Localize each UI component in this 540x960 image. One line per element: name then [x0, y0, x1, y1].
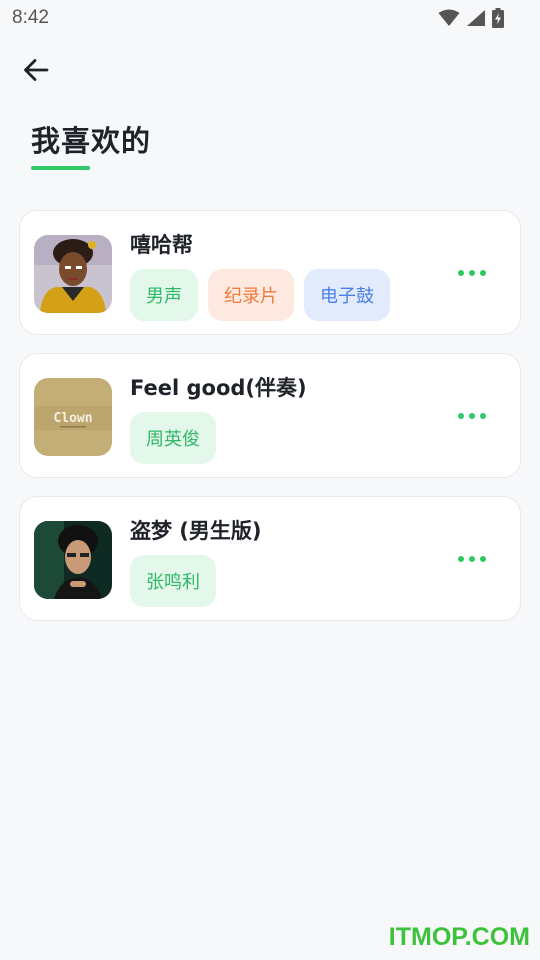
tag-list: 男声 纪录片 电子鼓 — [130, 269, 390, 321]
tag-list: 周英俊 — [130, 412, 216, 464]
title-underline — [31, 166, 90, 170]
cellular-icon — [466, 9, 486, 27]
more-dots-icon[interactable] — [458, 549, 486, 569]
favorites-page: 8:42 我喜欢的 嘻哈帮 男声 纪录片 电子鼓 Clown Feel good… — [0, 0, 540, 960]
arrow-left-icon — [22, 56, 50, 88]
song-title: 嘻哈帮 — [130, 233, 193, 257]
album-cover — [34, 235, 112, 313]
tag[interactable]: 周英俊 — [130, 412, 216, 464]
song-title: 盗梦 (男生版) — [130, 519, 262, 543]
more-dots-icon[interactable] — [458, 406, 486, 426]
song-title: Feel good(伴奏) — [130, 376, 307, 400]
watermark: ITMOP.COM — [388, 923, 530, 951]
song-card[interactable]: 盗梦 (男生版) 张鸣利 — [19, 496, 521, 621]
status-time: 8:42 — [12, 7, 49, 28]
tag[interactable]: 男声 — [130, 269, 198, 321]
tag[interactable]: 电子鼓 — [304, 269, 390, 321]
back-button[interactable] — [18, 54, 54, 90]
tag[interactable]: 纪录片 — [208, 269, 294, 321]
more-dots-icon[interactable] — [458, 263, 486, 283]
song-list: 嘻哈帮 男声 纪录片 电子鼓 Clown Feel good(伴奏) 周英俊 盗… — [19, 210, 521, 639]
status-icons — [438, 8, 504, 28]
battery-charging-icon — [492, 8, 504, 28]
tag-list: 张鸣利 — [130, 555, 216, 607]
wifi-icon — [438, 9, 460, 27]
page-title: 我喜欢的 — [31, 124, 152, 158]
album-cover: Clown — [34, 378, 112, 456]
tag[interactable]: 张鸣利 — [130, 555, 216, 607]
song-card[interactable]: Clown Feel good(伴奏) 周英俊 — [19, 353, 521, 478]
cover-text: Clown — [53, 411, 92, 426]
song-card[interactable]: 嘻哈帮 男声 纪录片 电子鼓 — [19, 210, 521, 335]
album-cover — [34, 521, 112, 599]
status-bar: 8:42 — [0, 0, 540, 36]
